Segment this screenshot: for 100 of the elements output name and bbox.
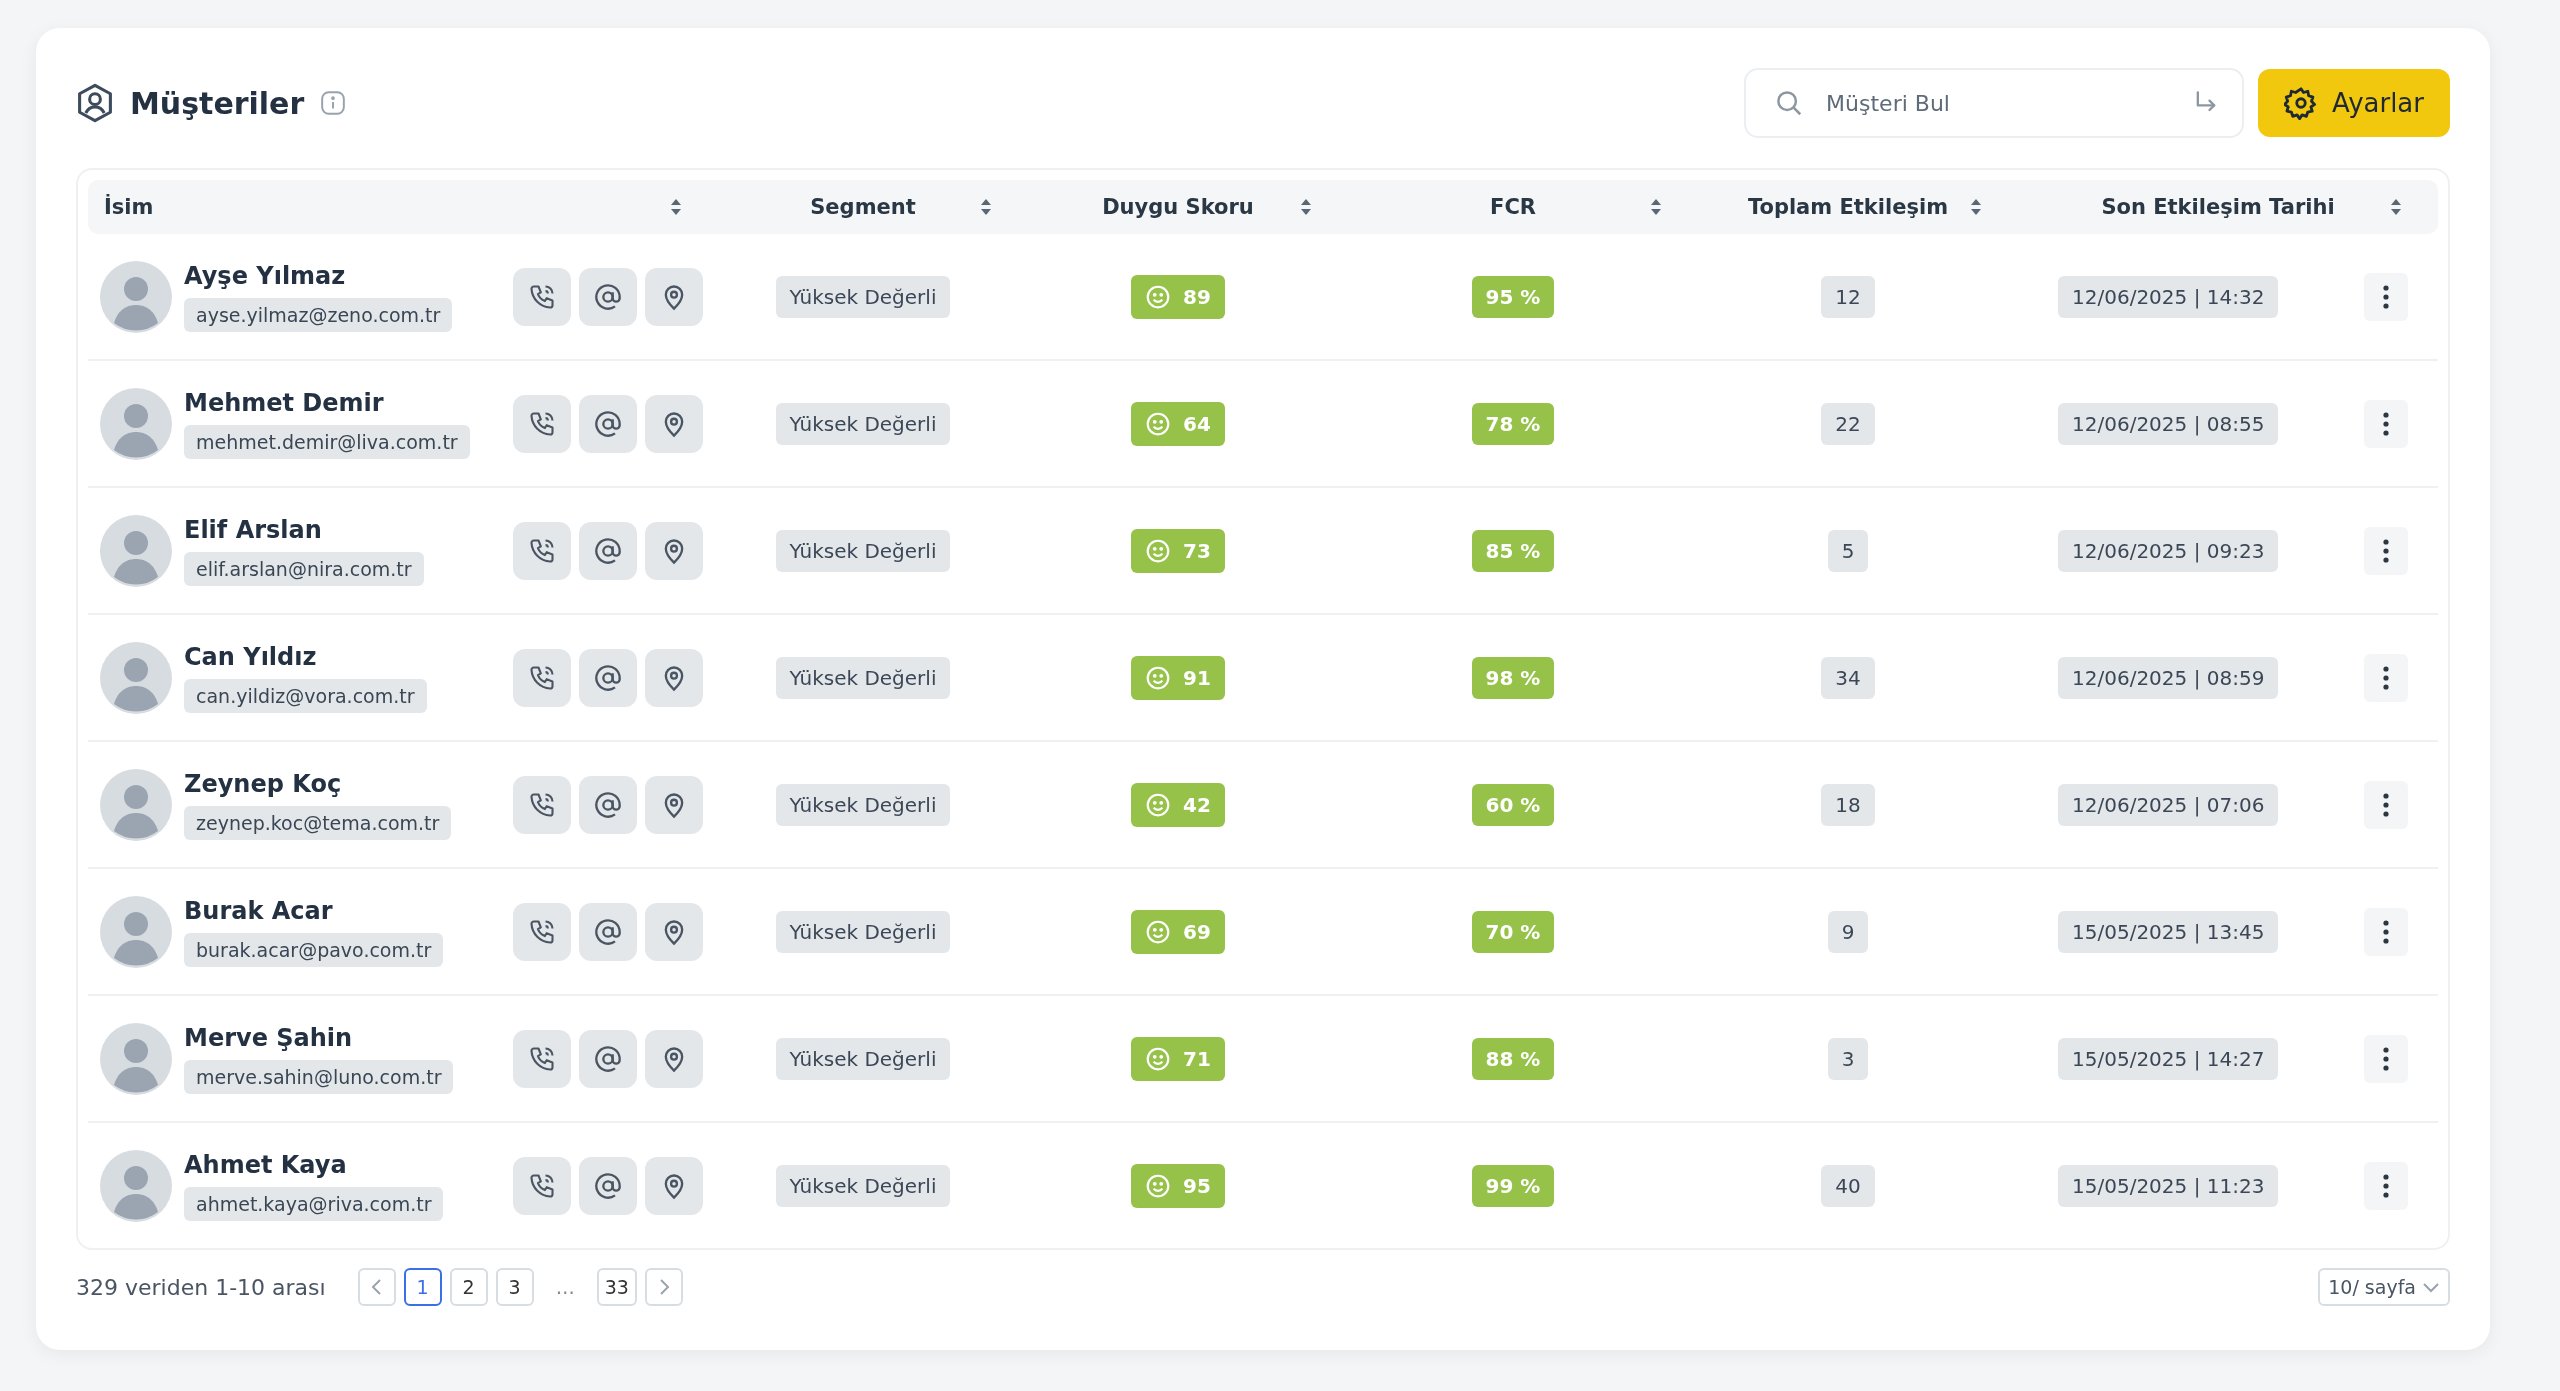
sentiment-score-badge: 71 (1131, 1036, 1225, 1081)
fcr-badge: 85 % (1471, 529, 1555, 572)
more-options-button[interactable] (2364, 780, 2408, 829)
chevron-left-icon (369, 1277, 384, 1297)
email-tag: merve.sahin@luno.com.tr (184, 1059, 454, 1094)
page-button[interactable]: 3 (495, 1268, 534, 1306)
location-button[interactable] (645, 1029, 703, 1088)
more-options-button[interactable] (2364, 1034, 2408, 1083)
avatar-icon (100, 1022, 172, 1095)
customer-name: Ayşe Yılmaz (184, 261, 346, 290)
sort-icon[interactable] (980, 197, 992, 217)
date-tag: 15/05/2025 | 14:27 (2058, 1037, 2279, 1080)
user-shield-icon (76, 83, 114, 123)
email-button[interactable] (579, 267, 637, 326)
segment-tag: Yüksek Değerli (775, 402, 951, 445)
page-button[interactable]: 33 (596, 1268, 637, 1306)
customer-name: Burak Acar (184, 896, 333, 925)
call-button[interactable] (513, 902, 571, 961)
sort-icon[interactable] (1650, 197, 1662, 217)
sort-icon[interactable] (2390, 197, 2402, 217)
date-tag: 15/05/2025 | 13:45 (2058, 910, 2279, 953)
call-button[interactable] (513, 648, 571, 707)
column-header: Segment (810, 195, 916, 219)
search-field[interactable]: Müşteri Bul (1744, 68, 2245, 138)
segment-tag: Yüksek Değerli (775, 783, 951, 826)
call-button[interactable] (513, 775, 571, 834)
email-button[interactable] (579, 521, 637, 580)
phone-icon (528, 1171, 556, 1200)
avatar-icon (100, 514, 172, 587)
more-options-button[interactable] (2364, 653, 2408, 702)
location-button[interactable] (645, 648, 703, 707)
page-size-select[interactable]: 10/ sayfa (2318, 1268, 2450, 1306)
email-button[interactable] (579, 1156, 637, 1215)
email-button[interactable] (579, 394, 637, 453)
info-icon[interactable] (320, 90, 347, 116)
interaction-count: 5 (1827, 529, 1869, 572)
smiley-icon (1145, 1172, 1172, 1199)
more-options-button[interactable] (2364, 907, 2408, 956)
sort-icon[interactable] (1970, 197, 1982, 217)
column-header: Duygu Skoru (1102, 195, 1254, 219)
at-sign-icon (594, 663, 622, 692)
more-options-button[interactable] (2364, 526, 2408, 575)
page-button[interactable]: 2 (449, 1268, 488, 1306)
call-button[interactable] (513, 521, 571, 580)
page-button[interactable]: 1 (403, 1268, 442, 1306)
location-button[interactable] (645, 902, 703, 961)
segment-tag: Yüksek Değerli (775, 1037, 951, 1080)
sort-icon[interactable] (670, 197, 682, 217)
location-button[interactable] (645, 1156, 703, 1215)
more-options-button[interactable] (2364, 1161, 2408, 1210)
interaction-count: 18 (1821, 783, 1875, 826)
avatar-icon (100, 1149, 172, 1222)
call-button[interactable] (513, 1156, 571, 1215)
email-tag: burak.acar@pavo.com.tr (184, 932, 444, 967)
smiley-icon (1145, 537, 1172, 564)
sort-icon[interactable] (1300, 197, 1312, 217)
sentiment-score-badge: 73 (1131, 528, 1225, 573)
page-title: Müşteriler (130, 85, 305, 121)
settings-button[interactable]: Ayarlar (2258, 69, 2450, 137)
avatar-icon (100, 260, 172, 333)
location-button[interactable] (645, 394, 703, 453)
smiley-icon (1145, 664, 1172, 691)
call-button[interactable] (513, 394, 571, 453)
email-button[interactable] (579, 648, 637, 707)
segment-tag: Yüksek Değerli (775, 275, 951, 318)
more-options-button[interactable] (2364, 399, 2408, 448)
location-button[interactable] (645, 267, 703, 326)
email-button[interactable] (579, 902, 637, 961)
smiley-icon (1145, 918, 1172, 945)
customer-name: Ahmet Kaya (184, 1150, 347, 1179)
smiley-icon (1145, 283, 1172, 310)
at-sign-icon (594, 1044, 622, 1073)
email-tag: zeynep.koc@tema.com.tr (184, 805, 452, 840)
location-button[interactable] (645, 775, 703, 834)
segment-tag: Yüksek Değerli (775, 1164, 951, 1207)
pagination-ellipsis: … (554, 1276, 576, 1298)
fcr-badge: 78 % (1471, 402, 1555, 445)
email-button[interactable] (579, 775, 637, 834)
customer-name: Elif Arslan (184, 515, 322, 544)
sentiment-score-badge: 89 (1131, 274, 1225, 319)
call-button[interactable] (513, 267, 571, 326)
smiley-icon (1145, 410, 1172, 437)
email-tag: can.yildiz@vora.com.tr (184, 678, 427, 713)
phone-icon (528, 282, 556, 311)
more-icon (2383, 665, 2389, 690)
more-icon (2383, 1173, 2389, 1198)
fcr-badge: 98 % (1471, 656, 1555, 699)
email-tag: mehmet.demir@liva.com.tr (184, 424, 470, 459)
call-button[interactable] (513, 1029, 571, 1088)
avatar-icon (100, 895, 172, 968)
email-button[interactable] (579, 1029, 637, 1088)
customer-name: Zeynep Koç (184, 769, 342, 798)
date-tag: 12/06/2025 | 08:59 (2058, 656, 2279, 699)
phone-icon (528, 790, 556, 819)
segment-tag: Yüksek Değerli (775, 910, 951, 953)
location-button[interactable] (645, 521, 703, 580)
fcr-badge: 60 % (1471, 783, 1555, 826)
phone-icon (528, 1044, 556, 1073)
more-options-button[interactable] (2364, 272, 2408, 321)
sentiment-score-badge: 64 (1131, 401, 1225, 446)
